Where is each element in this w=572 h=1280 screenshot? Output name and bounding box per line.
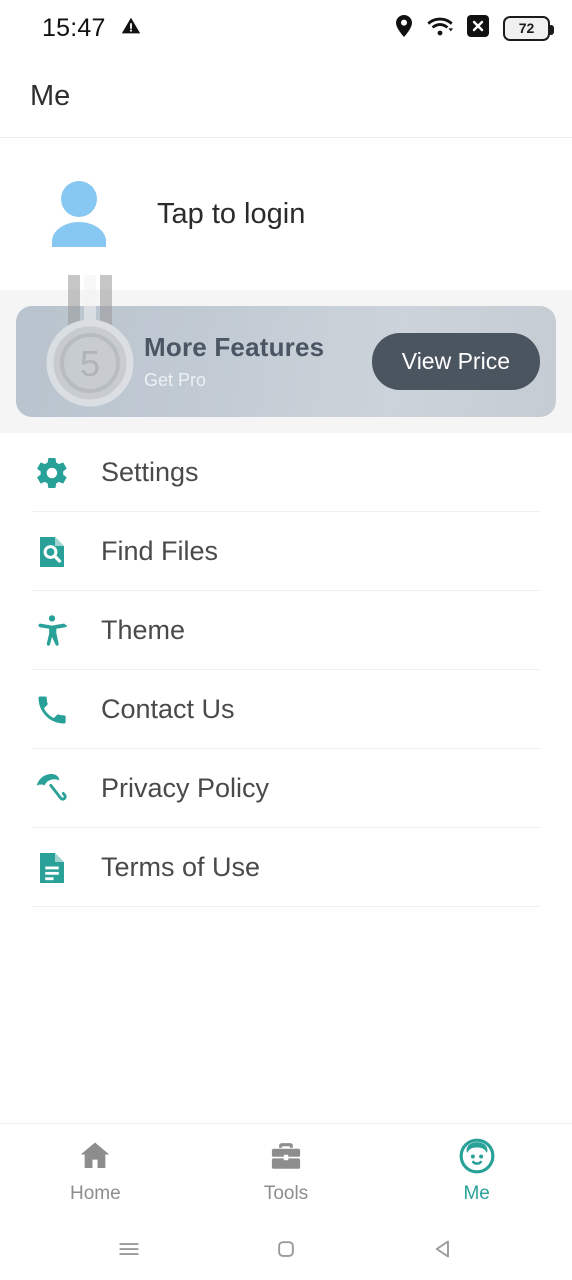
login-row[interactable]: Tap to login <box>0 138 572 290</box>
gear-icon <box>32 453 72 493</box>
location-pin-icon <box>394 14 414 43</box>
recents-menu-icon[interactable] <box>106 1226 152 1272</box>
menu-item-settings[interactable]: Settings <box>0 433 572 512</box>
tab-tools[interactable]: Tools <box>191 1124 382 1218</box>
tab-label: Tools <box>263 1183 309 1204</box>
menu-item-label: Find Files <box>101 536 219 566</box>
tab-me[interactable]: Me <box>381 1124 572 1218</box>
promo-texts: More Features Get Pro <box>144 332 372 391</box>
content-spacer <box>0 907 572 1123</box>
menu-item-contact-us[interactable]: Contact Us <box>0 670 572 749</box>
phone-icon <box>32 690 72 730</box>
tab-label: Me <box>463 1183 490 1204</box>
menu-list: Settings Find Files Theme Contact Us Pri… <box>0 433 572 907</box>
wifi-icon <box>427 15 453 42</box>
briefcase-icon <box>267 1137 305 1175</box>
bottom-tab-bar: Home Tools Me <box>0 1123 572 1218</box>
status-bar-left: 15:47 <box>42 14 142 43</box>
svg-text:5: 5 <box>80 343 100 384</box>
umbrella-icon <box>32 769 72 809</box>
battery-level: 72 <box>518 20 535 36</box>
person-avatar-icon <box>46 179 112 249</box>
menu-item-label: Privacy Policy <box>101 773 270 803</box>
promo-title: More Features <box>144 332 325 362</box>
tab-home[interactable]: Home <box>0 1124 191 1218</box>
warning-triangle-icon <box>120 15 142 42</box>
battery-indicator: 72 <box>503 15 554 41</box>
promo-subtitle: Get Pro <box>144 370 207 390</box>
tab-label: Home <box>69 1183 121 1204</box>
document-lines-icon <box>32 848 72 888</box>
menu-item-label: Contact Us <box>101 694 235 724</box>
app-bar: Me <box>0 56 572 138</box>
view-price-button[interactable]: View Price <box>371 333 540 390</box>
menu-item-theme[interactable]: Theme <box>0 591 572 670</box>
menu-item-label: Theme <box>101 615 186 645</box>
menu-item-find-files[interactable]: Find Files <box>0 512 572 591</box>
menu-item-label: Terms of Use <box>101 852 261 882</box>
system-nav-bar <box>0 1218 572 1280</box>
back-triangle-icon[interactable] <box>420 1226 466 1272</box>
promo-band: 5 More Features Get Pro View Price <box>0 275 572 433</box>
menu-item-terms-of-use[interactable]: Terms of Use <box>0 828 572 907</box>
home-icon <box>76 1137 114 1175</box>
status-time: 15:47 <box>42 13 106 42</box>
status-bar-right: 72 <box>394 14 554 43</box>
home-square-icon[interactable] <box>263 1226 309 1272</box>
status-bar: 15:47 72 <box>0 0 572 56</box>
page-title: Me <box>30 80 71 112</box>
menu-item-privacy-policy[interactable]: Privacy Policy <box>0 749 572 828</box>
face-icon <box>458 1137 496 1175</box>
file-search-icon <box>32 532 72 572</box>
phone-screen: 15:47 72 Me Tap to login 5 More Features… <box>0 0 572 1280</box>
medal-icon: 5 <box>42 275 138 407</box>
promo-banner[interactable]: 5 More Features Get Pro View Price <box>16 275 556 417</box>
login-label: Tap to login <box>157 197 306 230</box>
x-badge-icon <box>466 14 490 43</box>
menu-item-label: Settings <box>101 457 199 487</box>
accessibility-person-icon <box>32 611 72 651</box>
